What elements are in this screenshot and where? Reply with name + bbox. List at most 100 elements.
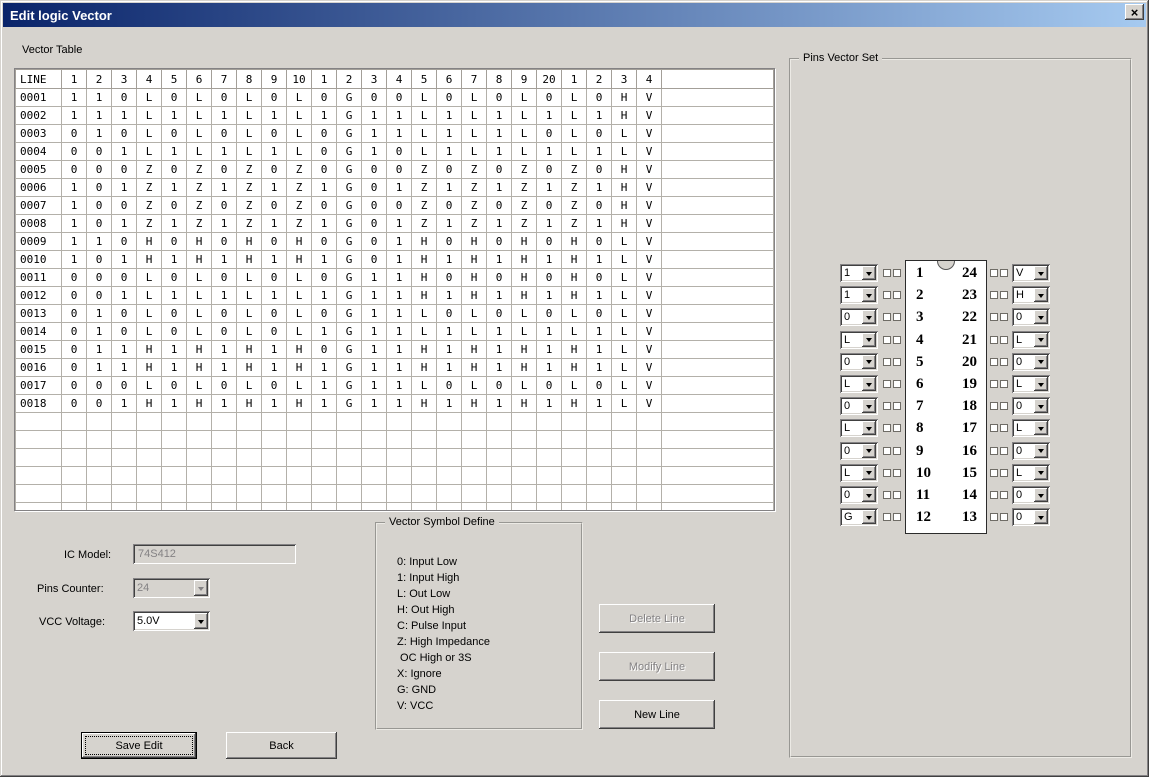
pin-1-select[interactable]: 1 [840,264,878,282]
dropdown-button[interactable] [862,333,876,347]
pin-4-select[interactable]: L [840,331,878,349]
dropdown-button[interactable] [1034,399,1048,413]
dropdown-button[interactable] [862,421,876,435]
table-row[interactable]: 0003010L0L0L0L0G11L1L1L0L0LV [16,125,774,143]
dropdown-button[interactable] [1034,266,1048,280]
dropdown-button[interactable] [862,466,876,480]
modify-line-label: Modify Line [629,661,685,673]
table-row[interactable]: 0002111L1L1L1L1G11L1L1L1L1HV [16,107,774,125]
dropdown-button[interactable] [1034,310,1048,324]
dropdown-button[interactable] [1034,421,1048,435]
pin-19-select[interactable]: L [1012,375,1050,393]
vector-cell: Z [512,215,537,233]
table-row[interactable]: 0016011H1H1H1H1G11H1H1H1H1LV [16,359,774,377]
dropdown-button[interactable] [862,444,876,458]
pin-22-select[interactable]: 0 [1012,308,1050,326]
pin-7-select[interactable]: 0 [840,397,878,415]
dropdown-button[interactable] [862,510,876,524]
vector-cell: 1 [212,143,237,161]
table-row[interactable]: 0010101H1H1H1H1G01H1H1H1H1LV [16,251,774,269]
table-row[interactable]: 0014010L0L0L0L1G11L1L1L1L1LV [16,323,774,341]
dropdown-button[interactable] [862,288,876,302]
dropdown-button[interactable] [862,266,876,280]
pin-stub [893,336,901,344]
table-row[interactable]: 0013010L0L0L0L0G11L0L0L0L0LV [16,305,774,323]
table-row[interactable]: 0007100Z0Z0Z0Z0G00Z0Z0Z0Z0HV [16,197,774,215]
table-row[interactable]: 0015011H1H1H1H0G11H1H1H1H1LV [16,341,774,359]
modify-line-button[interactable]: Modify Line [599,652,715,681]
vector-cell: 1 [112,143,137,161]
table-row[interactable]: 0008101Z1Z1Z1Z1G01Z1Z1Z1Z1HV [16,215,774,233]
vector-cell: 0 [312,197,337,215]
close-button[interactable]: × [1125,4,1144,20]
vcc-voltage-select[interactable]: 5.0V [133,611,210,631]
pin-5-select[interactable]: 0 [840,353,878,371]
pin-14-select[interactable]: 0 [1012,486,1050,504]
selected-value: 1 [844,289,850,301]
pins-counter-select[interactable]: 24 [133,578,210,598]
pin-12-select[interactable]: G [840,508,878,526]
dropdown-button[interactable] [1034,466,1048,480]
pin-15-select[interactable]: L [1012,464,1050,482]
pin-21-select[interactable]: L [1012,331,1050,349]
pin-16-select[interactable]: 0 [1012,442,1050,460]
pin-13-select[interactable]: 0 [1012,508,1050,526]
vector-cell: H [562,251,587,269]
vector-cell: 0 [312,341,337,359]
legend-line: V: VCC [397,700,575,716]
vector-cell: H [612,89,637,107]
vector-cell: 1 [112,341,137,359]
pin-11-select[interactable]: 0 [840,486,878,504]
table-row[interactable]: 0005000Z0Z0Z0Z0G00Z0Z0Z0Z0HV [16,161,774,179]
pin-stub [883,447,891,455]
pin-stub [1000,513,1008,521]
back-button[interactable]: Back [226,732,337,759]
dropdown-button[interactable] [1034,510,1048,524]
save-edit-button[interactable]: Save Edit [81,732,197,759]
vector-cell: V [637,377,662,395]
pin-8-select[interactable]: L [840,419,878,437]
table-row[interactable]: 0018001H1H1H1H1G11H1H1H1H1LV [16,395,774,413]
pin-9-select[interactable]: 0 [840,442,878,460]
dropdown-button[interactable] [194,580,208,596]
pin-10-select[interactable]: L [840,464,878,482]
dropdown-button[interactable] [862,377,876,391]
pin-18-select[interactable]: 0 [1012,397,1050,415]
dropdown-button[interactable] [194,613,208,629]
vector-cell: H [187,251,212,269]
pin-2-select[interactable]: 1 [840,286,878,304]
title-bar[interactable]: Edit logic Vector [3,3,1146,27]
dropdown-button[interactable] [862,310,876,324]
pin-3-select[interactable]: 0 [840,308,878,326]
dropdown-button[interactable] [1034,288,1048,302]
table-row[interactable]: 0006101Z1Z1Z1Z1G01Z1Z1Z1Z1HV [16,179,774,197]
pin-17-select[interactable]: L [1012,419,1050,437]
table-row[interactable]: 0017000L0L0L0L1G11L0L0L0L0LV [16,377,774,395]
new-line-button[interactable]: New Line [599,700,715,729]
table-row[interactable]: 0011000L0L0L0L0G11H0H0H0H0LV [16,269,774,287]
selected-value: 0 [844,311,850,323]
pin-24-select[interactable]: V [1012,264,1050,282]
dropdown-button[interactable] [1034,355,1048,369]
vector-cell: Z [137,179,162,197]
pin-20-select[interactable]: 0 [1012,353,1050,371]
dropdown-button[interactable] [862,399,876,413]
dropdown-button[interactable] [862,488,876,502]
table-row[interactable]: 0001110L0L0L0L0G00L0L0L0L0HV [16,89,774,107]
column-header: 3 [362,70,387,89]
pin-6-select[interactable]: L [840,375,878,393]
dropdown-button[interactable] [1034,377,1048,391]
table-row[interactable]: 0009110H0H0H0H0G01H0H0H0H0LV [16,233,774,251]
vector-cell: 1 [62,107,87,125]
vector-cell: 1 [87,107,112,125]
dropdown-button[interactable] [1034,444,1048,458]
ic-model-field[interactable]: 74S412 [133,544,296,564]
pin-23-select[interactable]: H [1012,286,1050,304]
dropdown-button[interactable] [1034,333,1048,347]
dropdown-button[interactable] [862,355,876,369]
table-row[interactable]: 0012001L1L1L1L1G11H1H1H1H1LV [16,287,774,305]
empty-cell [87,485,112,503]
dropdown-button[interactable] [1034,488,1048,502]
delete-line-button[interactable]: Delete Line [599,604,715,633]
table-row[interactable]: 0004001L1L1L1L0G10L1L1L1L1LV [16,143,774,161]
